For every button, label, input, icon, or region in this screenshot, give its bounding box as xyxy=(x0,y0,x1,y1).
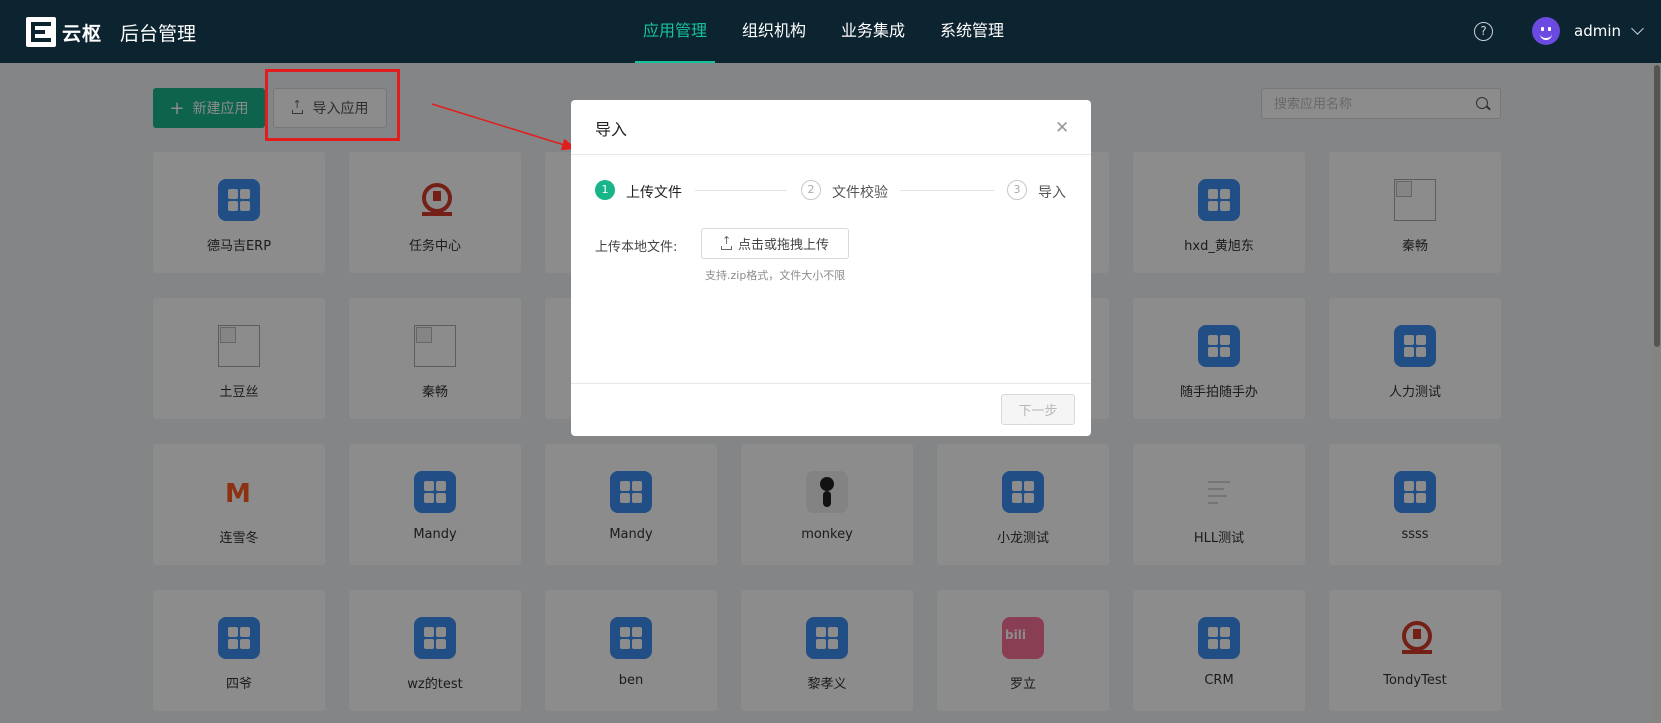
step-1-number: 1 xyxy=(595,180,615,200)
step-1-label: 上传文件 xyxy=(626,185,682,201)
upload-button-label: 点击或拖拽上传 xyxy=(737,238,829,253)
step-connector xyxy=(695,190,787,191)
dialog-title: 导入 xyxy=(595,120,628,139)
dialog-header-divider xyxy=(571,154,1091,155)
step-connector xyxy=(900,190,994,191)
dialog-footer-divider xyxy=(571,383,1091,384)
step-3-number: 3 xyxy=(1007,180,1027,200)
import-dialog: 导入 ✕ 1 上传文件 2 文件校验 3 导入 上传本地文件: 点击或拖拽上传 … xyxy=(571,100,1091,436)
next-step-button[interactable]: 下一步 xyxy=(1001,394,1075,425)
upload-icon xyxy=(720,234,732,250)
upload-field-label: 上传本地文件: xyxy=(595,240,678,255)
upload-file-button[interactable]: 点击或拖拽上传 xyxy=(701,228,849,259)
step-3-label: 导入 xyxy=(1038,185,1066,201)
close-icon[interactable]: ✕ xyxy=(1055,118,1069,138)
upload-hint: 支持.zip格式，文件大小不限 xyxy=(705,269,846,282)
step-2-number: 2 xyxy=(801,180,821,200)
step-2-label: 文件校验 xyxy=(832,185,888,201)
